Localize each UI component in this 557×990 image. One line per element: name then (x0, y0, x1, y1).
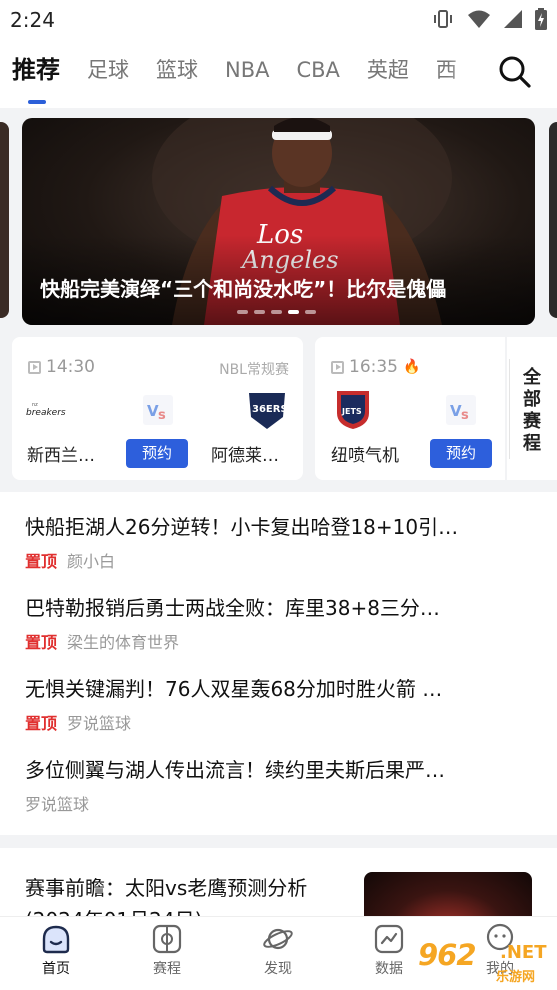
news-meta: 罗说篮球 (25, 791, 535, 815)
news-title: 无惧关键漏判！76人双星轰68分加时胜火箭 … (25, 677, 443, 701)
news-item[interactable]: 巴特勒报销后勇士两战全败：库里38+8三分… 置顶 梁生的体育世界 (25, 593, 535, 653)
home-icon (42, 925, 70, 954)
news-source: 罗说篮球 (67, 714, 132, 733)
video-icon (331, 360, 344, 374)
banner-carousel: Los Angeles 快船完美演绎“三个和尚没水吃”！比尔是傀儡 (0, 108, 557, 332)
tabs-fade (447, 38, 497, 108)
news-list: 快船拒湖人26分逆转！小卡复出哈登18+10引… 置顶 颜小白 巴特勒报销后勇士… (0, 492, 557, 835)
top-nav: 推荐 足球 篮球 NBA CBA 英超 西 (0, 38, 557, 108)
away-team-name: 阿德莱… (211, 446, 279, 466)
next-banner-peek[interactable] (549, 122, 557, 318)
battery-icon (535, 8, 547, 30)
all-matches-label: 全部赛程 (523, 367, 541, 454)
match-card[interactable]: 16:35 🔥 JETS V s 纽喷气机 预约 (315, 337, 505, 480)
watermark-number: 962 (418, 938, 477, 972)
news-item[interactable]: 快船拒湖人26分逆转！小卡复出哈登18+10引… 置顶 颜小白 (25, 512, 535, 572)
active-tab-indicator (28, 100, 46, 104)
nav-schedule[interactable]: 赛程 (137, 923, 197, 978)
nav-label: 赛程 (153, 961, 181, 977)
match-card[interactable]: 14:30 NBL常规赛 nz breakers V s 36ERS 新西兰… … (12, 337, 303, 480)
nav-label: 数据 (375, 961, 403, 977)
search-icon (499, 56, 531, 88)
pinned-tag: 置顶 (25, 552, 58, 571)
nav-discover[interactable]: 发现 (248, 923, 308, 978)
news-source: 梁生的体育世界 (67, 633, 180, 652)
carousel-dot[interactable] (271, 310, 282, 314)
reserve-button[interactable]: 预约 (430, 439, 492, 468)
news-source: 罗说篮球 (25, 795, 90, 814)
team-logo-36ers: 36ERS (249, 393, 288, 429)
team-logo-jets: JETS (337, 391, 369, 429)
reserve-button[interactable]: 预约 (126, 439, 188, 468)
tab-premier-league[interactable]: 英超 (367, 52, 409, 88)
data-chart-icon (374, 924, 404, 954)
nav-label: 首页 (42, 961, 70, 977)
nav-data[interactable]: 数据 (359, 923, 419, 978)
hot-fire-icon: 🔥 (403, 359, 421, 375)
all-matches-button[interactable]: 全部赛程 (507, 337, 557, 480)
divider (509, 359, 510, 459)
carousel-dot[interactable] (254, 310, 265, 314)
pinned-tag: 置顶 (25, 633, 58, 652)
news-item[interactable]: 无惧关键漏判！76人双星轰68分加时胜火箭 … 置顶 罗说篮球 (25, 674, 535, 734)
match-time: 16:35 🔥 (331, 357, 420, 377)
planet-icon (263, 928, 293, 950)
tab-cba[interactable]: CBA (296, 52, 339, 88)
signal-icon (504, 10, 522, 28)
news-title: 多位侧翼与湖人传出流言！续约里夫斯后果严… (25, 758, 445, 782)
home-team-name: 纽喷气机 (331, 446, 399, 466)
match-time-text: 14:30 (46, 357, 95, 377)
nav-label: 发现 (264, 961, 292, 977)
watermark-domain: .NET (500, 942, 547, 963)
video-icon (28, 360, 41, 374)
pinned-tag: 置顶 (25, 714, 58, 733)
vs-icon: V s (143, 395, 173, 425)
status-icons (431, 8, 547, 30)
search-button[interactable] (497, 54, 533, 90)
prev-banner-peek[interactable] (0, 122, 9, 318)
carousel-dot[interactable] (237, 310, 248, 314)
team-logo-text: breakers (26, 408, 66, 418)
tab-nba[interactable]: NBA (225, 52, 269, 88)
svg-text:s: s (461, 408, 469, 423)
match-league: NBL常规赛 (219, 362, 289, 378)
tab-football[interactable]: 足球 (87, 52, 129, 88)
match-strip: 14:30 NBL常规赛 nz breakers V s 36ERS 新西兰… … (0, 332, 557, 492)
team-logo-breakers: nz breakers (26, 402, 66, 418)
carousel-dot-active[interactable] (288, 310, 299, 314)
site-watermark: 962 .NET 乐游网 (416, 930, 557, 990)
category-tabs: 推荐 足球 篮球 NBA CBA 英超 西 (12, 52, 484, 88)
banner-title: 快船完美演绎“三个和尚没水吃”！比尔是傀儡 (40, 277, 447, 301)
news-meta: 置顶 颜小白 (25, 548, 535, 572)
team-logo-text: JETS (341, 407, 362, 416)
team-logo-text: 36ERS (252, 404, 288, 415)
watermark-text: 乐游网 (496, 970, 536, 985)
status-time: 2:24 (10, 8, 55, 32)
news-source: 颜小白 (67, 552, 116, 571)
status-bar: 2:24 (0, 0, 557, 38)
news-item[interactable]: 多位侧翼与湖人传出流言！续约里夫斯后果严… 罗说篮球 (25, 755, 535, 815)
vs-icon: V s (446, 395, 476, 425)
news-meta: 置顶 梁生的体育世界 (25, 629, 535, 653)
news-meta: 置顶 罗说篮球 (25, 710, 535, 734)
tab-recommend[interactable]: 推荐 (12, 52, 60, 88)
home-team-name: 新西兰… (27, 446, 95, 466)
nav-home[interactable]: 首页 (26, 923, 86, 978)
vibrate-icon (434, 10, 452, 28)
match-time-text: 16:35 (349, 357, 398, 377)
news-title: 快船拒湖人26分逆转！小卡复出哈登18+10引… (25, 515, 459, 539)
news-title: 巴特勒报销后勇士两战全败：库里38+8三分… (25, 596, 440, 620)
svg-text:s: s (158, 408, 166, 423)
app-screen: 2:24 推荐 足球 篮球 NBA CBA 英超 快船完美演绎“三个和尚没水吃”… (0, 0, 557, 990)
wifi-icon (468, 10, 490, 28)
carousel-dot[interactable] (305, 310, 316, 314)
match-time: 14:30 (28, 357, 95, 377)
schedule-icon (152, 924, 182, 954)
carousel-indicator (237, 310, 316, 314)
tab-basketball[interactable]: 篮球 (156, 52, 198, 88)
banner-slide[interactable]: Los Angeles 快船完美演绎“三个和尚没水吃”！比尔是傀儡 (22, 118, 535, 325)
